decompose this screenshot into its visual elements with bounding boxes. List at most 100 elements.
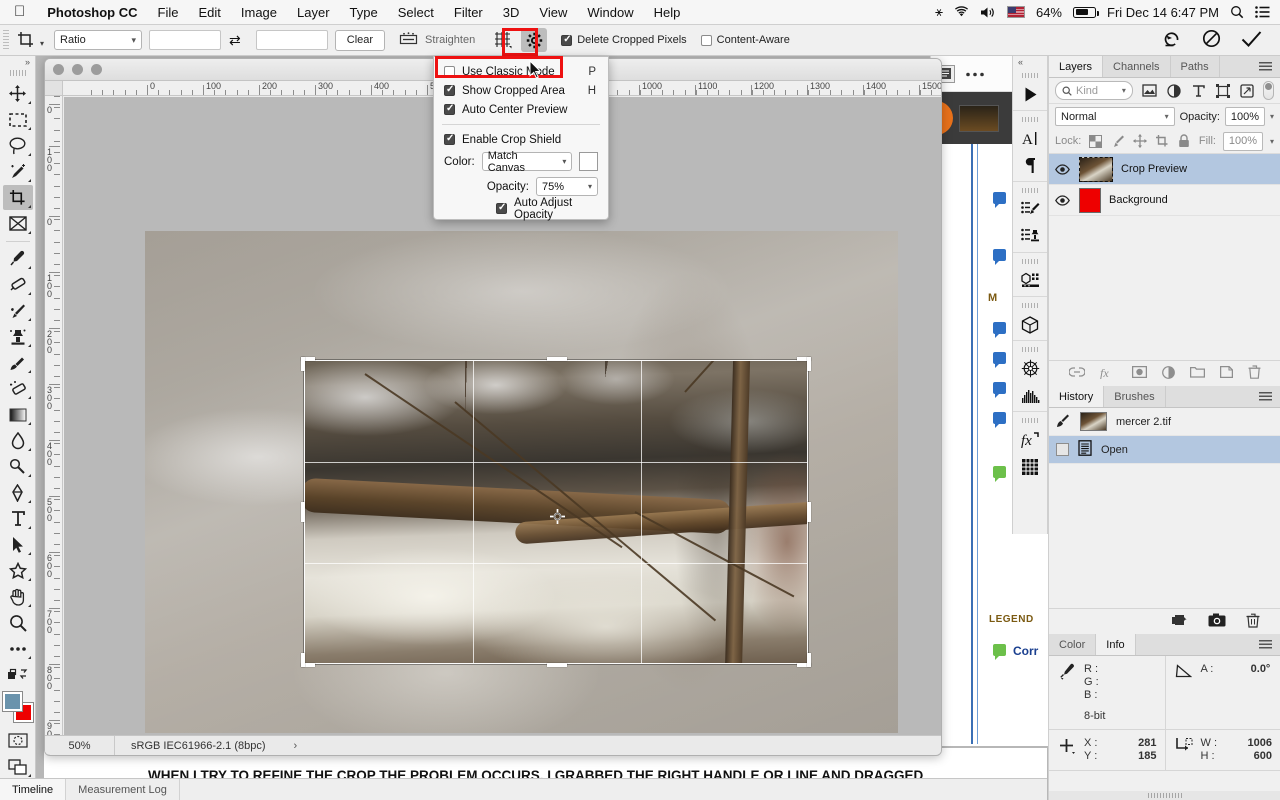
crop-ratio-select[interactable]: Ratio ▾ <box>54 30 143 50</box>
path-selection-tool[interactable] <box>3 532 33 557</box>
eraser-tool[interactable] <box>3 376 33 401</box>
swatches-grid-icon[interactable] <box>1015 453 1045 480</box>
quick-selection-tool[interactable] <box>3 159 33 184</box>
ruler-corner[interactable] <box>45 81 63 96</box>
menu-edit[interactable]: Edit <box>188 0 230 25</box>
type-tool[interactable] <box>3 506 33 531</box>
tab-paths[interactable]: Paths <box>1171 56 1220 77</box>
crop-handle-top-center[interactable] <box>547 357 567 361</box>
new-layer-icon[interactable] <box>1219 365 1233 381</box>
layer-style-fx-icon[interactable]: fx <box>1100 366 1117 382</box>
collapse-chevrons-icon[interactable]: » <box>0 56 35 67</box>
link-layers-icon[interactable] <box>1067 367 1086 380</box>
swap-arrows-icon[interactable]: ⇄ <box>229 32 241 49</box>
zoom-tool[interactable] <box>3 610 33 635</box>
tab-color[interactable]: Color <box>1049 634 1097 655</box>
apple-menu-icon[interactable]:  <box>0 3 37 22</box>
dock-grip-3[interactable] <box>1022 188 1038 193</box>
battery-icon[interactable] <box>1073 6 1099 18</box>
opacity-value[interactable]: 100% <box>1224 107 1265 126</box>
lasso-tool[interactable] <box>3 133 33 158</box>
tab-measurement-log[interactable]: Measurement Log <box>66 779 180 800</box>
crop-handle-left-center[interactable] <box>301 502 305 522</box>
dock-grip-6[interactable] <box>1022 347 1038 352</box>
foreground-color-swatch[interactable] <box>2 692 22 711</box>
crop-handle-bottom-left-v[interactable] <box>301 653 305 667</box>
cancel-icon[interactable] <box>1202 29 1221 51</box>
layer-visibility-eye-icon[interactable] <box>1053 194 1071 206</box>
styles-fx-icon[interactable]: fx <box>1015 426 1045 453</box>
lock-transparency-icon[interactable] <box>1088 134 1103 149</box>
layer-mask-icon[interactable] <box>1131 365 1147 381</box>
quick-mask-icon[interactable] <box>3 728 33 753</box>
auto-adjust-opacity-checkbox[interactable] <box>496 202 507 214</box>
filter-smartobject-icon[interactable] <box>1239 82 1255 99</box>
wifi-icon[interactable] <box>954 6 969 18</box>
crop-handle-right-center[interactable] <box>807 502 811 522</box>
delete-layer-trash-icon[interactable] <box>1248 365 1261 382</box>
tab-layers[interactable]: Layers <box>1049 56 1104 77</box>
actions-play-icon[interactable] <box>1015 81 1045 108</box>
layer-thumbnail[interactable] <box>1079 187 1101 213</box>
crop-shield-color-select[interactable]: Match Canvas ▾ <box>481 150 573 174</box>
history-state-row-open[interactable]: Open <box>1049 436 1280 464</box>
layer-row-crop-preview[interactable]: Crop Preview <box>1049 154 1280 185</box>
menu-item-auto-adjust-opacity[interactable]: Auto Adjust Opacity <box>434 197 608 221</box>
3d-panel-icon[interactable] <box>1015 311 1045 338</box>
dock-grip-5[interactable] <box>1022 303 1038 308</box>
commit-checkmark-icon[interactable] <box>1241 30 1262 51</box>
edit-toolbar-button[interactable] <box>3 662 33 687</box>
tab-timeline[interactable]: Timeline <box>0 779 67 800</box>
history-snapshot-checkbox[interactable] <box>1056 443 1069 456</box>
menu-view[interactable]: View <box>529 0 577 25</box>
tab-history[interactable]: History <box>1049 386 1105 407</box>
dock-grip-1[interactable] <box>1022 73 1038 78</box>
tab-info[interactable]: Info <box>1096 634 1136 655</box>
lock-image-icon[interactable] <box>1110 134 1125 149</box>
tool-preset-chevron-down-icon[interactable]: ▾ <box>40 39 44 48</box>
filter-type-icon[interactable] <box>1190 82 1206 99</box>
layers-panel-menu-icon[interactable] <box>1251 56 1280 77</box>
notification-center-icon[interactable] <box>1255 6 1270 18</box>
character-panel-icon[interactable]: A <box>1015 125 1045 152</box>
collapse-chevrons-icon[interactable]: « <box>1013 56 1047 69</box>
layer-thumbnail[interactable] <box>1079 156 1113 182</box>
tab-brushes[interactable]: Brushes <box>1104 386 1166 407</box>
auto-center-preview-checkbox[interactable] <box>444 103 455 115</box>
clock[interactable]: Fri Dec 14 6:47 PM <box>1107 5 1219 20</box>
new-group-icon[interactable] <box>1189 366 1205 381</box>
menu-3d[interactable]: 3D <box>493 0 530 25</box>
healing-brush-tool[interactable] <box>3 272 33 297</box>
volume-icon[interactable] <box>980 6 996 19</box>
menu-layer[interactable]: Layer <box>287 0 340 25</box>
crop-handle-bottom-right-v[interactable] <box>807 653 811 667</box>
use-classic-mode-checkbox[interactable] <box>444 66 455 77</box>
status-expand-arrow-icon[interactable]: › <box>294 740 298 752</box>
dock-grip-7[interactable] <box>1022 418 1038 423</box>
lock-artboard-icon[interactable] <box>1154 134 1169 149</box>
3d-materials-icon[interactable] <box>1015 267 1045 294</box>
info-panel-menu-icon[interactable] <box>1251 634 1280 655</box>
blend-mode-select[interactable]: Normal ▾ <box>1055 107 1175 126</box>
filter-adjustment-icon[interactable] <box>1165 82 1181 99</box>
delete-cropped-pixels-checkbox[interactable] <box>561 34 573 46</box>
pen-tool[interactable] <box>3 480 33 505</box>
history-panel-menu-icon[interactable] <box>1251 386 1280 407</box>
gradient-tool[interactable] <box>3 402 33 427</box>
crop-settings-menu[interactable]: Use Classic Mode P Show Cropped Area H A… <box>433 56 609 221</box>
brush-presets-icon[interactable] <box>1015 196 1045 223</box>
history-brush-tool[interactable] <box>3 350 33 375</box>
menu-item-use-classic-mode[interactable]: Use Classic Mode P <box>434 62 608 81</box>
crop-shield-opacity-select[interactable]: 75% ▾ <box>536 177 598 196</box>
vertical-ruler[interactable]: 010001002003004005006007008009001000 <box>45 96 63 755</box>
us-flag-icon[interactable] <box>1006 6 1025 18</box>
crop-tool[interactable] <box>2 185 33 210</box>
content-aware-option[interactable]: Content-Aware <box>700 34 790 46</box>
reset-icon[interactable] <box>1163 30 1182 50</box>
delete-cropped-pixels-option[interactable]: Delete Cropped Pixels <box>561 34 687 46</box>
menu-item-auto-center-preview[interactable]: Auto Center Preview <box>434 100 608 119</box>
layer-filter-kind-select[interactable]: Kind ▾ <box>1055 81 1133 100</box>
crop-settings-gear-icon[interactable] <box>521 28 548 52</box>
crop-height-input[interactable] <box>255 30 328 50</box>
crop-shield-color-swatch[interactable] <box>579 152 598 171</box>
